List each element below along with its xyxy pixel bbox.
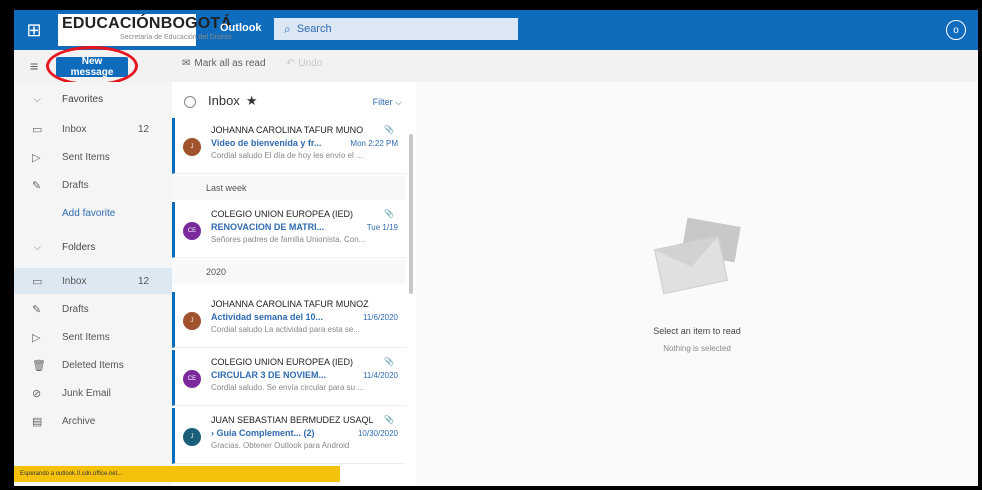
send-icon: ▷ (32, 151, 41, 164)
undo-button[interactable]: ↶ Undo (286, 58, 322, 69)
blocked-icon: ⊘ (32, 387, 42, 400)
star-icon[interactable]: ★ (246, 93, 258, 108)
search-box[interactable]: ⌕ Search (274, 18, 518, 40)
email-subject: RENOVACION DE MATRI... (211, 222, 325, 232)
email-subject: Actividad semana del 10... (211, 312, 324, 322)
add-favorite-link[interactable]: Add favorite (14, 200, 172, 226)
logo-sub-text: Secretaría de Educación del Distrito (120, 34, 232, 41)
email-subject: › Guia Complement... (2) (211, 428, 315, 438)
email-time: Mon 2:22 PM (350, 139, 398, 148)
favorite-sent-items[interactable]: ▷ Sent Items (14, 144, 172, 170)
inbox-icon: ▭ (32, 275, 43, 288)
email-item[interactable]: CE COLEGIO UNION EUROPEA (IED) 📎 CIRCULA… (172, 350, 406, 406)
outlook-window: ⊞ EDUCACIÓNBOGOTÁ Secretaría de Educació… (14, 10, 978, 486)
sender-avatar: J (183, 428, 201, 446)
archive-icon: ▤ (32, 415, 43, 428)
favorite-drafts[interactable]: ✎ Drafts (14, 172, 172, 198)
message-list: Inbox ★ Filter ⌵ J JOHANNA CAROLINA TAFUR… (172, 82, 417, 486)
inbox-icon: ▭ (32, 123, 43, 136)
email-sender: COLEGIO UNION EUROPEA (IED) (211, 357, 354, 367)
empty-state-title: Select an item to read (653, 326, 741, 336)
unread-count: 12 (138, 275, 150, 287)
section-header: 2020 (172, 260, 406, 284)
attachment-icon: 📎 (384, 125, 394, 134)
logo-main-text: EDUCACIÓNBOGOTÁ (62, 15, 233, 32)
email-item[interactable]: J JOHANNA CAROLINA TAFUR MUNO 📎 Video de… (172, 118, 406, 174)
mark-all-read-label: Mark all as read (194, 58, 266, 69)
folder-junk-email[interactable]: ⊘ Junk Email (14, 380, 172, 406)
email-preview: Gracias. Obtener Outlook para Android (211, 441, 350, 450)
folder-drafts[interactable]: ✎ Drafts (14, 296, 172, 322)
trash-icon: 🗑 (32, 359, 46, 372)
folder-pane: ⌵ Favorites ▭ Inbox 12 ▷ Sent Items ✎ Dr… (14, 82, 172, 486)
email-preview: Cordial saludo. Se envía circular para s… (211, 383, 364, 392)
folder-inbox[interactable]: ▭ Inbox 12 (14, 268, 172, 294)
command-bar: ≡ New message ✉ Mark all as read ↶ Undo (14, 46, 978, 86)
search-placeholder: Search (296, 23, 332, 35)
email-item[interactable]: J JUAN SEBASTIAN BERMUDEZ USAQL 📎 › Guia… (172, 408, 406, 464)
search-icon: ⌕ (284, 21, 291, 36)
email-sender: COLEGIO UNION EUROPEA (IED) (211, 209, 354, 219)
select-all-circle-icon[interactable] (184, 96, 196, 108)
pencil-icon: ✎ (32, 179, 42, 192)
undo-icon: ↶ (286, 58, 295, 69)
chevron-down-icon: ⌵ (34, 241, 41, 252)
attachment-icon: 📎 (384, 209, 394, 218)
envelope-icon (653, 235, 729, 295)
message-list-scrollbar[interactable] (409, 134, 413, 294)
mark-all-read-button[interactable]: ✉ Mark all as read (182, 58, 266, 69)
unread-count: 12 (138, 123, 150, 135)
folders-header[interactable]: ⌵ Folders (14, 234, 172, 260)
send-icon: ▷ (32, 331, 41, 344)
app-name[interactable]: Outlook (220, 22, 262, 34)
email-time: 11/4/2020 (363, 371, 398, 380)
email-item[interactable]: CE COLEGIO UNION EUROPEA (IED) 📎 RENOVAC… (172, 202, 406, 258)
favorites-header[interactable]: ⌵ Favorites (14, 86, 172, 112)
organization-logo: EDUCACIÓNBOGOTÁ Secretaría de Educación … (58, 14, 232, 46)
chevron-down-icon: ⌵ (34, 93, 41, 104)
inbox-title: Inbox ★ (208, 93, 258, 108)
envelope-open-icon: ✉ (182, 58, 191, 69)
email-preview: Cordial saludo El día de hoy les envío e… (211, 151, 363, 160)
pencil-icon: ✎ (32, 303, 42, 316)
sender-avatar: CE (183, 370, 201, 388)
email-subject: CIRCULAR 3 DE NOVIEM... (211, 370, 327, 380)
email-preview: Cordial saludo La actividad para esta se… (211, 325, 360, 334)
section-header: Last week (172, 176, 406, 200)
empty-state-subtitle: Nothing is selected (663, 344, 731, 353)
reading-pane: Select an item to read Nothing is select… (416, 82, 978, 486)
email-subject: Video de bienvenida y fr... (211, 138, 322, 148)
filter-button[interactable]: Filter ⌵ (373, 97, 402, 108)
email-sender: JUAN SEBASTIAN BERMUDEZ USAQL (211, 415, 374, 425)
email-time: 10/30/2020 (357, 429, 398, 438)
top-bar: ⊞ EDUCACIÓNBOGOTÁ Secretaría de Educació… (14, 10, 978, 50)
app-launcher-grid-icon[interactable]: ⊞ (14, 10, 54, 50)
browser-status-bar: Esperando a outlook.0.cdn.office.net... (14, 466, 340, 482)
undo-label: Undo (298, 58, 323, 69)
email-sender: JOHANNA CAROLINA TAFUR MUNO (211, 125, 364, 135)
email-sender: JOHANNA CAROLINA TAFUR MUNOZ (211, 299, 369, 309)
email-item[interactable]: J JOHANNA CAROLINA TAFUR MUNOZ Actividad… (172, 292, 406, 348)
attachment-icon: 📎 (384, 415, 394, 424)
attachment-icon: 📎 (384, 357, 394, 366)
email-preview: Señores padres de familia Unionista. Con… (211, 235, 366, 244)
email-time: 11/6/2020 (363, 313, 398, 322)
favorite-inbox[interactable]: ▭ Inbox 12 (14, 116, 172, 142)
sender-avatar: CE (183, 222, 201, 240)
email-time: Tue 1/19 (366, 223, 398, 232)
account-avatar[interactable]: o (946, 20, 966, 40)
new-message-button[interactable]: New message (56, 56, 128, 78)
folder-deleted-items[interactable]: 🗑 Deleted Items (14, 352, 172, 378)
hamburger-menu-icon[interactable]: ≡ (30, 58, 38, 74)
folder-archive[interactable]: ▤ Archive (14, 408, 172, 434)
sender-avatar: J (183, 312, 201, 330)
folder-sent-items[interactable]: ▷ Sent Items (14, 324, 172, 350)
sender-avatar: J (183, 138, 201, 156)
message-list-header: Inbox ★ Filter ⌵ (172, 82, 416, 118)
